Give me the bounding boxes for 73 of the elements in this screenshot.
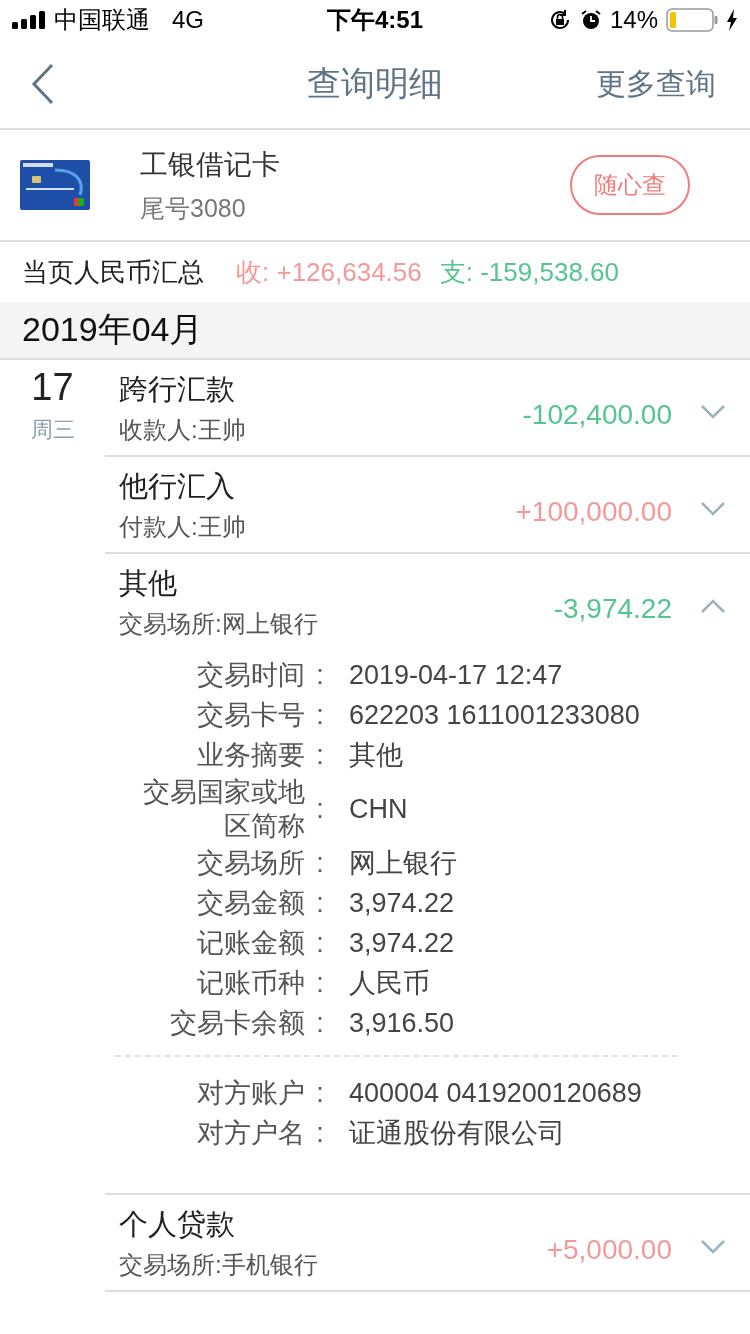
alarm-icon	[579, 9, 602, 31]
transaction-row[interactable]: 跨行汇款 收款人:王帅 -102,400.00	[105, 360, 750, 455]
detail-separator: :	[315, 699, 325, 731]
detail-label: 交易金额	[196, 887, 305, 920]
detail-value: 3,916.50	[349, 1007, 455, 1039]
month-header: 2019年04月	[0, 302, 750, 360]
day-number: 17	[31, 366, 74, 409]
detail-label: 交易卡号	[196, 699, 305, 732]
detail-value: 人民币	[349, 967, 430, 1000]
transaction-subtitle: 收款人:王帅	[119, 414, 247, 445]
chevron-up-icon[interactable]	[700, 597, 726, 614]
detail-separator: :	[315, 927, 325, 959]
transaction-amount: +5,000.00	[546, 1233, 672, 1266]
summary-label: 当页人民币汇总	[22, 255, 204, 289]
detail-separator: :	[315, 659, 325, 691]
transaction-subtitle: 付款人:王帅	[119, 511, 247, 542]
transaction-amount: -102,400.00	[522, 398, 672, 431]
detail-separator: :	[315, 847, 325, 879]
detail-value: CHN	[349, 793, 408, 825]
detail-label: 记账金额	[196, 927, 305, 960]
detail-value: 2019-04-17 12:47	[349, 659, 563, 691]
detail-value: 网上银行	[349, 847, 457, 880]
network-type: 4G	[172, 6, 204, 34]
detail-separator: :	[315, 887, 325, 919]
battery-icon	[666, 8, 718, 32]
page-title: 查询明细	[307, 63, 443, 104]
status-time: 下午4:51	[327, 5, 423, 35]
detail-label: 对方账户	[196, 1077, 305, 1110]
detail-label: 对方户名	[196, 1117, 305, 1150]
detail-separator: :	[315, 1007, 325, 1039]
detail-value: 证通股份有限公司	[349, 1117, 565, 1150]
transaction-row[interactable]: 他行汇入 付款人:王帅 +100,000.00	[105, 457, 750, 552]
battery-percent: 14%	[609, 6, 658, 34]
transaction-title: 个人贷款	[119, 1206, 236, 1242]
transaction-row[interactable]: 其他 交易场所:网上银行 -3,974.22	[105, 554, 750, 649]
back-button[interactable]	[30, 63, 56, 105]
detail-separator: :	[315, 1117, 325, 1149]
card-tail-number: 尾号3080	[140, 192, 247, 224]
transaction-amount: -3,974.22	[553, 592, 672, 625]
detail-value: 3,974.22	[349, 927, 455, 959]
income-total: 收: +126,634.56	[236, 255, 422, 289]
chevron-down-icon[interactable]	[700, 403, 726, 420]
charging-icon	[726, 9, 738, 31]
chevron-down-icon[interactable]	[700, 500, 726, 517]
detail-value: 其他	[349, 739, 403, 772]
transaction-title: 他行汇入	[119, 468, 236, 504]
detail-value: 400004 0419200120689	[349, 1077, 642, 1109]
expense-total: 支: -159,538.60	[439, 255, 619, 289]
detail-separator: :	[315, 967, 325, 999]
transaction-title: 跨行汇款	[119, 371, 236, 407]
detail-separator: :	[315, 1077, 325, 1109]
signal-icon	[12, 11, 46, 29]
transaction-subtitle: 交易场所:网上银行	[119, 608, 319, 639]
bank-card-icon	[20, 160, 90, 210]
detail-separator: :	[315, 739, 325, 771]
detail-separator: :	[315, 793, 325, 825]
detail-value: 3,974.22	[349, 887, 455, 919]
transaction-title: 其他	[119, 565, 178, 601]
detail-label: 交易场所	[196, 847, 305, 880]
detail-label: 交易国家或地区简称	[142, 776, 305, 843]
transaction-amount: +100,000.00	[515, 495, 672, 528]
detail-label: 交易卡余额	[169, 1007, 305, 1040]
weekday: 周三	[30, 416, 75, 444]
detail-label: 记账币种	[196, 967, 305, 1000]
card-name: 工银借记卡	[140, 147, 281, 182]
transaction-subtitle: 交易场所:手机银行	[119, 1249, 319, 1280]
carrier-name: 中国联通	[54, 5, 150, 35]
chevron-down-icon[interactable]	[700, 1238, 726, 1255]
more-query-button[interactable]: 更多查询	[596, 63, 716, 105]
transaction-row[interactable]: 个人贷款 交易场所:手机银行 +5,000.00	[105, 1195, 750, 1290]
detail-label: 业务摘要	[196, 739, 305, 772]
detail-value: 622203 1611001233080	[349, 699, 640, 731]
detail-label: 交易时间	[196, 659, 305, 692]
